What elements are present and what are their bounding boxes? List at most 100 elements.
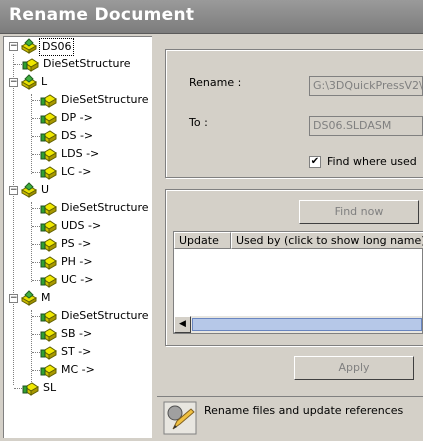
rename-from-field[interactable]: G:\3DQuickPressV2\D	[309, 76, 423, 96]
horizontal-scrollbar[interactable]: ◀	[174, 316, 422, 333]
tree-item[interactable]: SB ->	[4, 326, 152, 342]
tree-line	[32, 226, 40, 227]
tree-item[interactable]: PH ->	[4, 254, 152, 270]
tree-item[interactable]: DS ->	[4, 128, 152, 144]
title-bar: Rename Document	[0, 0, 423, 34]
tree-item-label: PH ->	[61, 255, 93, 268]
part-icon	[40, 274, 57, 288]
tree-item[interactable]: LDS ->	[4, 146, 152, 162]
tree-item[interactable]: − M	[4, 290, 152, 306]
apply-button[interactable]: Apply	[294, 356, 414, 380]
tree-item-label: LC ->	[61, 165, 92, 178]
tree-line	[32, 136, 40, 137]
tree-line	[32, 334, 40, 335]
tree-item[interactable]: DP ->	[4, 110, 152, 126]
tree-item-label: LDS ->	[61, 147, 100, 160]
scroll-thumb[interactable]	[192, 318, 422, 331]
part-icon	[40, 310, 57, 324]
part-icon	[40, 202, 57, 216]
scroll-left-icon[interactable]: ◀	[174, 316, 191, 333]
tree-line	[32, 208, 40, 209]
rename-panel: Rename : G:\3DQuickPressV2\D To : DS06.S…	[152, 34, 423, 440]
part-icon	[40, 148, 57, 162]
info-text: Rename files and update references	[204, 404, 404, 417]
tree-item[interactable]: DieSetStructure	[4, 56, 152, 72]
tree-item[interactable]: − DS06	[4, 38, 152, 56]
tree-item-label: DP ->	[61, 111, 93, 124]
find-now-button[interactable]: Find now	[299, 200, 419, 224]
tree-item[interactable]: SL	[4, 380, 152, 396]
part-icon	[40, 220, 57, 234]
part-icon	[22, 58, 39, 72]
where-used-list[interactable]: Update Used by (click to show long name)…	[173, 231, 423, 334]
assembly-icon	[20, 290, 38, 306]
tree-item-label: L	[41, 75, 48, 88]
tree-item-label: ST ->	[61, 345, 92, 358]
info-bar: Rename files and update references	[157, 396, 423, 441]
tree-item[interactable]: LC ->	[4, 164, 152, 180]
find-where-used-label: Find where used	[327, 155, 417, 168]
tree-item[interactable]: DieSetStructure	[4, 200, 152, 216]
collapse-icon[interactable]: −	[9, 294, 18, 303]
tree-line	[32, 262, 40, 263]
tree-line	[32, 172, 40, 173]
tree-item-label: DS ->	[61, 129, 94, 142]
assembly-icon	[20, 74, 38, 90]
tree-item[interactable]: MC ->	[4, 362, 152, 378]
part-icon	[40, 256, 57, 270]
tree-line	[32, 316, 40, 317]
tree-line	[32, 100, 40, 101]
rename-label: Rename :	[189, 76, 242, 89]
tree-item[interactable]: UDS ->	[4, 218, 152, 234]
tree-line	[14, 388, 22, 389]
tree-item[interactable]: ST ->	[4, 344, 152, 360]
collapse-icon[interactable]: −	[9, 78, 18, 87]
tree-item-label: DS06	[39, 38, 75, 56]
assembly-icon	[20, 38, 38, 54]
tree-item[interactable]: − L	[4, 74, 152, 90]
tree-item[interactable]: UC ->	[4, 272, 152, 288]
part-icon	[40, 328, 57, 342]
tree-line	[32, 244, 40, 245]
find-where-used-checkbox[interactable]: ✔	[309, 156, 321, 168]
collapse-icon[interactable]: −	[9, 186, 18, 195]
tree-line	[32, 352, 40, 353]
window-title: Rename Document	[9, 5, 195, 25]
tree-item[interactable]: DieSetStructure	[4, 308, 152, 324]
tree-item-label: DieSetStructure	[61, 201, 149, 214]
tree-item-label: SL	[43, 381, 57, 394]
part-icon	[40, 238, 57, 252]
column-header-used-by[interactable]: Used by (click to show long name)	[231, 232, 423, 249]
tree-item[interactable]: − U	[4, 182, 152, 198]
part-icon	[22, 382, 39, 396]
part-icon	[40, 130, 57, 144]
assembly-icon	[20, 182, 38, 198]
tree-line	[32, 154, 40, 155]
tree-item-label: DieSetStructure	[61, 93, 149, 106]
tree-line	[32, 118, 40, 119]
to-label: To :	[189, 116, 208, 129]
tree-item-label: DieSetStructure	[43, 57, 131, 70]
part-icon	[40, 94, 57, 108]
tree-item-label: MC ->	[61, 363, 95, 376]
pencil-icon	[163, 401, 197, 435]
document-tree[interactable]: − DS06 DieSetStructure − L DieSetStructure DP …	[3, 36, 152, 438]
tree-item[interactable]: DieSetStructure	[4, 92, 152, 108]
part-icon	[40, 346, 57, 360]
tree-item-label: UC ->	[61, 273, 94, 286]
part-icon	[40, 364, 57, 378]
tree-item-label: SB ->	[61, 327, 93, 340]
collapse-icon[interactable]: −	[9, 42, 18, 51]
tree-item-label: UDS ->	[61, 219, 102, 232]
tree-line	[32, 280, 40, 281]
part-icon	[40, 112, 57, 126]
tree-item-label: M	[41, 291, 51, 304]
tree-item-label: PS ->	[61, 237, 92, 250]
column-header-update[interactable]: Update	[174, 232, 231, 249]
tree-item-label: U	[41, 183, 50, 196]
tree-line	[32, 370, 40, 371]
part-icon	[40, 166, 57, 180]
tree-item-label: DieSetStructure	[61, 309, 149, 322]
rename-to-field[interactable]: DS06.SLDASM	[309, 116, 423, 136]
tree-item[interactable]: PS ->	[4, 236, 152, 252]
